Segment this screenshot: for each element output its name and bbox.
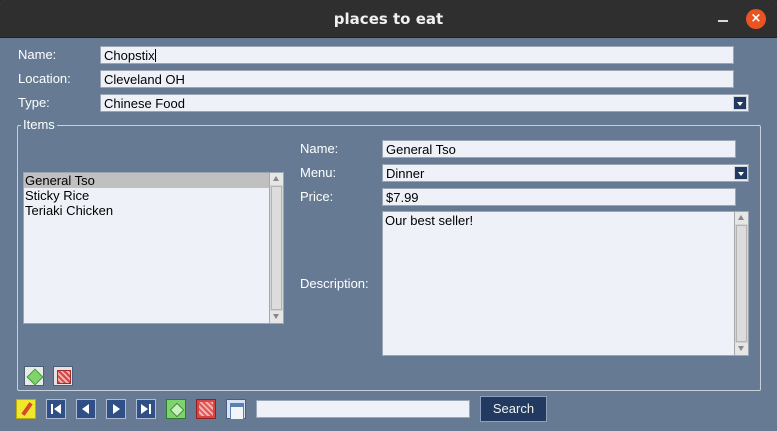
item-name-field[interactable]: General Tso — [382, 140, 736, 158]
menu-label: Menu: — [300, 165, 337, 180]
delete-item-icon[interactable] — [53, 366, 73, 386]
description-scrollbar[interactable] — [734, 212, 748, 355]
scroll-down-arrow-icon[interactable] — [735, 343, 748, 355]
app-window: places to eat × Name: Chopstix Location:… — [0, 0, 777, 431]
name-field-value: Chopstix — [104, 48, 155, 63]
price-label: Price: — [300, 189, 334, 204]
first-record-icon[interactable] — [46, 399, 66, 419]
type-dropdown-chevron-down-icon[interactable] — [733, 96, 747, 110]
description-textarea[interactable]: Our best seller! — [382, 211, 749, 356]
scroll-up-arrow-icon[interactable] — [270, 173, 283, 185]
minimize-button[interactable] — [714, 10, 732, 28]
close-button[interactable]: × — [746, 9, 766, 29]
save-icon[interactable] — [226, 399, 246, 420]
name-field[interactable]: Chopstix — [100, 46, 734, 64]
location-field[interactable]: Cleveland OH — [100, 70, 734, 88]
next-record-icon[interactable] — [106, 399, 126, 419]
type-label: Type: — [18, 95, 50, 110]
list-item[interactable]: General Tso — [24, 173, 269, 188]
items-group-title: Items — [21, 117, 57, 132]
price-field[interactable]: $7.99 — [382, 188, 736, 206]
previous-record-icon[interactable] — [76, 399, 96, 419]
search-button[interactable]: Search — [480, 396, 547, 422]
search-input[interactable] — [256, 400, 470, 418]
text-caret — [154, 49, 156, 62]
description-text: Our best seller! — [385, 213, 474, 228]
location-label: Location: — [18, 71, 71, 86]
add-record-icon[interactable] — [166, 399, 186, 419]
items-listbox[interactable]: General Tso Sticky Rice Teriaki Chicken — [23, 172, 284, 324]
list-item[interactable]: Teriaki Chicken — [24, 203, 269, 218]
main-content: Name: Chopstix Location: Cleveland OH Ty… — [0, 38, 777, 431]
pencil-icon[interactable] — [16, 399, 36, 419]
item-name-label: Name: — [300, 141, 339, 156]
delete-record-icon[interactable] — [196, 399, 216, 419]
items-list-scrollbar[interactable] — [269, 173, 283, 323]
list-item[interactable]: Sticky Rice — [24, 188, 269, 203]
scroll-down-arrow-icon[interactable] — [270, 311, 283, 323]
scroll-thumb[interactable] — [736, 225, 747, 342]
menu-dropdown-chevron-down-icon[interactable] — [734, 166, 748, 180]
title-bar: places to eat × — [0, 0, 777, 38]
type-select[interactable]: Chinese Food — [100, 94, 749, 112]
menu-select[interactable]: Dinner — [382, 164, 749, 182]
last-record-icon[interactable] — [136, 399, 156, 419]
scroll-thumb[interactable] — [271, 186, 282, 310]
add-item-icon[interactable] — [24, 366, 44, 386]
scroll-up-arrow-icon[interactable] — [735, 212, 748, 224]
description-label: Description: — [300, 276, 369, 291]
window-title: places to eat — [333, 10, 444, 28]
items-list: General Tso Sticky Rice Teriaki Chicken — [24, 173, 269, 218]
name-label: Name: — [18, 47, 57, 62]
